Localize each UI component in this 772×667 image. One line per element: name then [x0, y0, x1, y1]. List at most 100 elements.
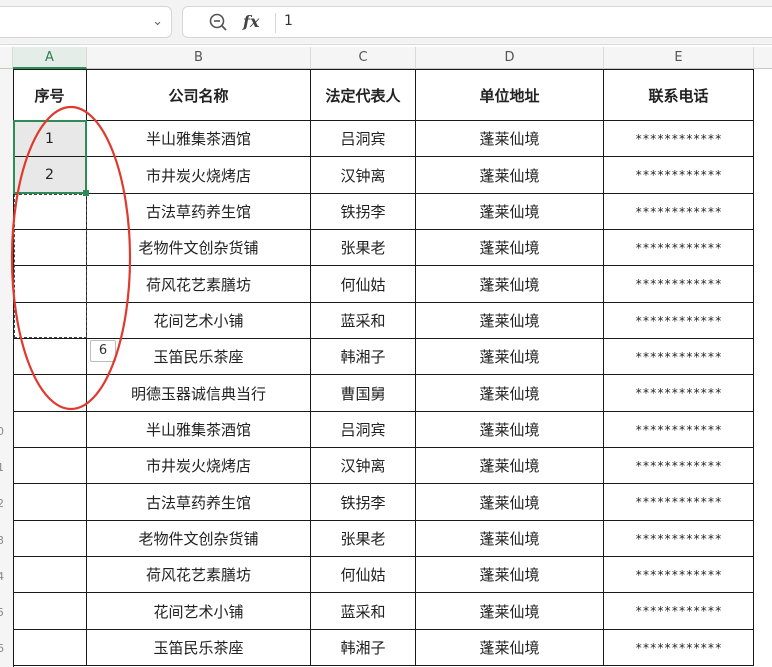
cell-seq[interactable]: [13, 412, 87, 448]
cell-legal-rep[interactable]: 张果老: [311, 230, 416, 266]
cell-phone[interactable]: ************: [604, 339, 754, 375]
row-number[interactable]: 2: [0, 497, 11, 510]
cell-address[interactable]: 蓬莱仙境: [416, 521, 604, 557]
row-number[interactable]: 1: [0, 461, 11, 474]
cell-legal-rep[interactable]: 铁拐李: [311, 484, 416, 521]
cell-address[interactable]: 蓬莱仙境: [416, 557, 604, 593]
cell-address[interactable]: 蓬莱仙境: [416, 121, 604, 157]
cell-legal-rep[interactable]: 蓝采和: [311, 303, 416, 339]
row-number[interactable]: 4: [0, 570, 11, 583]
column-header-f[interactable]: [754, 47, 772, 69]
cell-seq[interactable]: [13, 194, 87, 230]
cell-legal-rep[interactable]: 蓝采和: [311, 593, 416, 630]
cell-legal-rep[interactable]: 何仙姑: [311, 266, 416, 303]
cell-address[interactable]: 蓬莱仙境: [416, 339, 604, 375]
cell-seq[interactable]: [13, 557, 87, 593]
cell-phone[interactable]: ************: [604, 484, 754, 521]
column-header-c[interactable]: C: [311, 47, 416, 69]
header-address[interactable]: 单位地址: [416, 70, 604, 121]
cell-phone[interactable]: ************: [604, 448, 754, 484]
cell-phone[interactable]: ************: [604, 157, 754, 194]
row-number[interactable]: 5: [0, 606, 11, 619]
cell-address[interactable]: 蓬莱仙境: [416, 230, 604, 266]
cell-legal-rep[interactable]: 曹国舅: [311, 375, 416, 412]
formula-value[interactable]: 1: [284, 13, 293, 29]
cell-company[interactable]: 明德玉器诚信典当行: [87, 375, 311, 412]
cell-phone[interactable]: ************: [604, 266, 754, 303]
cell-company[interactable]: 市井炭火烧烤店: [87, 448, 311, 484]
header-seq[interactable]: 序号: [13, 70, 87, 121]
cell-company[interactable]: 古法草药养生馆: [87, 484, 311, 521]
cell-legal-rep[interactable]: 吕洞宾: [311, 412, 416, 448]
cell-company[interactable]: 花间艺术小铺: [87, 303, 311, 339]
cell-company[interactable]: 玉笛民乐茶座: [87, 339, 311, 375]
chevron-down-icon[interactable]: ⌄: [152, 14, 163, 29]
cell-company[interactable]: 古法草药养生馆: [87, 194, 311, 230]
cell-seq[interactable]: [13, 230, 87, 266]
cell-phone[interactable]: ************: [604, 230, 754, 266]
cell-company[interactable]: 半山雅集茶酒馆: [87, 121, 311, 157]
cell-company[interactable]: 市井炭火烧烤店: [87, 157, 311, 194]
cell-phone[interactable]: ************: [604, 557, 754, 593]
cell-seq[interactable]: [13, 630, 87, 666]
function-icon[interactable]: fx: [243, 12, 259, 31]
cell-seq[interactable]: [13, 339, 87, 375]
cell-phone[interactable]: ************: [604, 593, 754, 630]
row-number[interactable]: 6: [0, 642, 11, 655]
cell-address[interactable]: 蓬莱仙境: [416, 412, 604, 448]
cell-seq[interactable]: [13, 266, 87, 303]
cell-seq[interactable]: [13, 448, 87, 484]
cell-company[interactable]: 荷风花艺素膳坊: [87, 266, 311, 303]
cell-legal-rep[interactable]: 吕洞宾: [311, 121, 416, 157]
fill-handle[interactable]: [83, 190, 89, 196]
cell-legal-rep[interactable]: 何仙姑: [311, 557, 416, 593]
cell-legal-rep[interactable]: 铁拐李: [311, 194, 416, 230]
cell-address[interactable]: 蓬莱仙境: [416, 303, 604, 339]
cell-company[interactable]: 老物件文创杂货铺: [87, 230, 311, 266]
cell-legal-rep[interactable]: 韩湘子: [311, 630, 416, 666]
cell-phone[interactable]: ************: [604, 194, 754, 230]
cell-address[interactable]: 蓬莱仙境: [416, 266, 604, 303]
cell-seq[interactable]: [13, 521, 87, 557]
header-company[interactable]: 公司名称: [87, 70, 311, 121]
row-header-gutter[interactable]: 0 1 2 3 4 5 6: [0, 69, 14, 667]
name-box[interactable]: ⌄: [0, 6, 172, 38]
row-number[interactable]: 3: [0, 534, 11, 547]
cell-company[interactable]: 玉笛民乐茶座: [87, 630, 311, 666]
cell-address[interactable]: 蓬莱仙境: [416, 484, 604, 521]
cell-address[interactable]: 蓬莱仙境: [416, 630, 604, 666]
cell-phone[interactable]: ************: [604, 521, 754, 557]
cell-address[interactable]: 蓬莱仙境: [416, 157, 604, 194]
cell-seq[interactable]: [13, 484, 87, 521]
formula-input-area[interactable]: fx 1: [182, 6, 772, 38]
cell-legal-rep[interactable]: 汉钟离: [311, 157, 416, 194]
cell-phone[interactable]: ************: [604, 303, 754, 339]
cell-address[interactable]: 蓬莱仙境: [416, 448, 604, 484]
cell-seq[interactable]: [13, 375, 87, 412]
select-all-corner[interactable]: [0, 47, 13, 69]
header-legal-rep[interactable]: 法定代表人: [311, 70, 416, 121]
cell-seq[interactable]: [13, 593, 87, 630]
column-header-e[interactable]: E: [604, 47, 754, 69]
column-header-a[interactable]: A: [13, 47, 87, 69]
cell-legal-rep[interactable]: 张果老: [311, 521, 416, 557]
cell-phone[interactable]: ************: [604, 630, 754, 666]
cell-legal-rep[interactable]: 韩湘子: [311, 339, 416, 375]
cell-address[interactable]: 蓬莱仙境: [416, 194, 604, 230]
cell-company[interactable]: 荷风花艺素膳坊: [87, 557, 311, 593]
cell-phone[interactable]: ************: [604, 375, 754, 412]
cell-seq[interactable]: [13, 303, 87, 339]
column-header-b[interactable]: B: [87, 47, 311, 69]
cell-company[interactable]: 老物件文创杂货铺: [87, 521, 311, 557]
header-phone[interactable]: 联系电话: [604, 70, 754, 121]
cell-address[interactable]: 蓬莱仙境: [416, 375, 604, 412]
cell-legal-rep[interactable]: 汉钟离: [311, 448, 416, 484]
cell-company[interactable]: 花间艺术小铺: [87, 593, 311, 630]
cell-address[interactable]: 蓬莱仙境: [416, 593, 604, 630]
cell-seq[interactable]: 2: [13, 157, 87, 194]
cell-phone[interactable]: ************: [604, 121, 754, 157]
zoom-out-icon[interactable]: [209, 13, 227, 31]
row-number[interactable]: 0: [0, 425, 11, 438]
cell-seq[interactable]: 1: [13, 121, 87, 157]
cell-company[interactable]: 半山雅集茶酒馆: [87, 412, 311, 448]
